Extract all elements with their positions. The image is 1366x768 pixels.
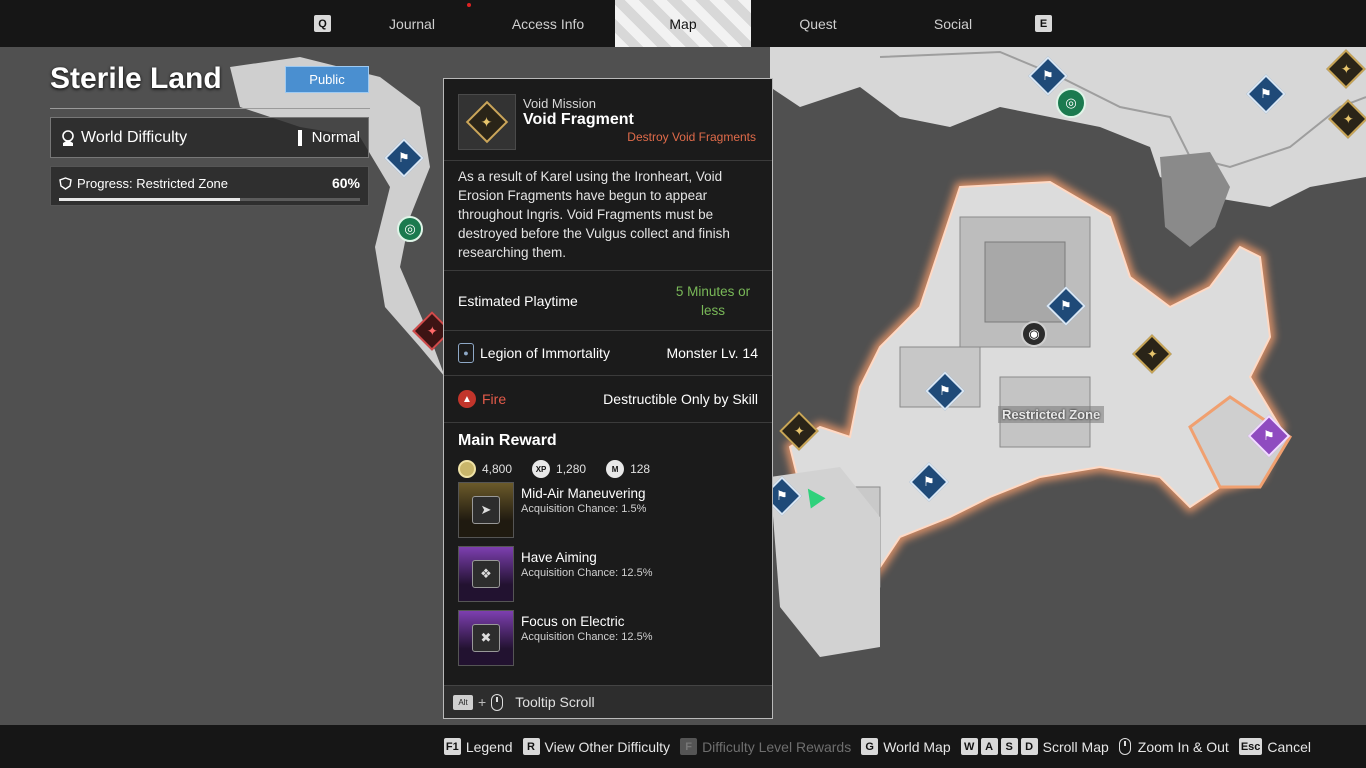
reward-item[interactable]: ❖ Have Aiming Acquisition Chance: 12.5%	[444, 544, 772, 606]
region-title: Sterile Land	[50, 62, 222, 95]
other-difficulty-key: R	[522, 738, 540, 755]
legion-icon: ●	[458, 343, 474, 363]
mission-subtitle: Destroy Void Fragments	[627, 130, 756, 144]
scroll-map-hint[interactable]: W A S D Scroll Map	[960, 738, 1109, 755]
mission-type: Void Mission	[523, 96, 596, 111]
scroll-map-label: Scroll Map	[1042, 738, 1109, 755]
mastery-exp-icon: M	[606, 460, 625, 478]
tooltip-scroll-hint: Alt + Tooltip Scroll	[444, 685, 772, 718]
world-difficulty-panel[interactable]: World Difficulty Normal	[50, 117, 369, 158]
nav-next-key[interactable]: E	[1035, 15, 1052, 32]
vault-marker-icon[interactable]: ◉	[1021, 321, 1047, 347]
world-map-button[interactable]: G World Map	[861, 738, 951, 755]
world-map-key: G	[861, 738, 879, 755]
progress-label: Progress: Restricted Zone	[77, 175, 229, 191]
world-map-label: World Map	[883, 738, 951, 755]
module-icon: ➤	[472, 496, 500, 524]
character-exp-value: 1,280	[556, 462, 587, 476]
legend-key: F1	[443, 738, 461, 755]
currency-rewards: 4,800 XP 1,280 M 128	[444, 450, 772, 478]
world-difficulty-value: Normal	[311, 129, 360, 146]
progress-value: 60%	[331, 175, 360, 191]
view-other-difficulty-button[interactable]: R View Other Difficulty	[522, 738, 671, 755]
tab-map[interactable]: Map	[615, 0, 751, 47]
module-icon: ❖	[472, 560, 500, 588]
difficulty-level-bar	[297, 129, 302, 146]
character-exp-icon: XP	[532, 460, 551, 478]
s-key: S	[1000, 738, 1018, 755]
difficulty-rewards-key: F	[680, 738, 698, 755]
zoom-label: Zoom In & Out	[1137, 738, 1229, 755]
other-difficulty-label: View Other Difficulty	[544, 738, 671, 755]
tooltip-header: ✦ Void Mission Void Fragment Destroy Voi…	[444, 79, 772, 161]
mission-tooltip[interactable]: ✦ Void Mission Void Fragment Destroy Voi…	[443, 78, 773, 719]
reward-thumbnail: ❖	[458, 546, 514, 602]
outpost-marker-icon[interactable]: ◎	[1056, 88, 1086, 118]
module-icon: ✖	[472, 624, 500, 652]
mission-description: As a result of Karel using the Ironheart…	[444, 161, 772, 271]
world-difficulty-label: World Difficulty	[81, 128, 188, 146]
main-reward-title: Main Reward	[458, 432, 557, 449]
progress-bar-fill	[59, 198, 240, 201]
cancel-label: Cancel	[1267, 738, 1311, 755]
gold-coin-icon	[458, 460, 476, 478]
alt-key: Alt	[453, 694, 473, 710]
tab-journal[interactable]: Journal	[344, 0, 480, 47]
world-difficulty-icon	[62, 129, 74, 146]
esc-key: Esc	[1238, 738, 1263, 755]
element-label: Fire	[482, 391, 507, 407]
playtime-label: Estimated Playtime	[458, 292, 578, 309]
mission-icon-frame: ✦	[458, 94, 516, 150]
fire-icon: ▲	[458, 390, 476, 408]
reward-chance: Acquisition Chance: 12.5%	[521, 631, 653, 643]
progress-bar	[59, 198, 360, 201]
legion-value: Monster Lv. 14	[666, 345, 758, 361]
legion-row: ● Legion of Immortality Monster Lv. 14	[444, 331, 772, 376]
public-badge: Public	[285, 66, 369, 93]
reward-chance: Acquisition Chance: 1.5%	[521, 503, 647, 515]
mastery-exp-value: 128	[630, 462, 651, 476]
d-key: D	[1020, 738, 1038, 755]
reward-name: Mid-Air Maneuvering	[521, 486, 646, 501]
element-row: ▲ Fire Destructible Only by Skill	[444, 376, 772, 423]
element-value: Destructible Only by Skill	[603, 391, 758, 407]
outpost-marker-icon[interactable]: ◎	[397, 216, 423, 242]
reward-item[interactable]: ✖ Focus on Electric Acquisition Chance: …	[444, 608, 772, 670]
plus-sign: +	[478, 694, 487, 710]
reward-chance: Acquisition Chance: 12.5%	[521, 567, 653, 579]
tab-social[interactable]: Social	[885, 0, 1021, 47]
zone-label: Restricted Zone	[998, 406, 1105, 423]
tab-quest[interactable]: Quest	[750, 0, 886, 47]
reward-thumbnail: ➤	[458, 482, 514, 538]
cancel-button[interactable]: Esc Cancel	[1238, 738, 1311, 755]
playtime-value: 5 Minutes or less	[675, 283, 751, 318]
playtime-row: Estimated Playtime 5 Minutes or less	[444, 271, 772, 331]
zoom-hint[interactable]: Zoom In & Out	[1118, 738, 1229, 755]
bottom-hint-bar: F1 Legend R View Other Difficulty F Diff…	[0, 725, 1366, 768]
w-key: W	[960, 738, 978, 755]
nav-prev-key[interactable]: Q	[314, 15, 331, 32]
void-mission-icon: ✦	[465, 100, 509, 144]
reward-name: Have Aiming	[521, 550, 597, 565]
difficulty-rewards-button[interactable]: F Difficulty Level Rewards	[680, 738, 851, 755]
progress-panel: Progress: Restricted Zone 60%	[50, 166, 369, 206]
tab-access-info[interactable]: Access Info	[480, 0, 616, 47]
mission-name: Void Fragment	[523, 111, 634, 128]
legend-button[interactable]: F1 Legend	[443, 738, 513, 755]
reward-name: Focus on Electric	[521, 614, 625, 629]
a-key: A	[980, 738, 998, 755]
notification-dot-icon	[467, 3, 471, 7]
reward-item[interactable]: ➤ Mid-Air Maneuvering Acquisition Chance…	[444, 480, 772, 542]
top-navigation: Q Journal Access Info Map Quest Social E	[0, 0, 1366, 47]
legend-label: Legend	[465, 738, 513, 755]
reward-thumbnail: ✖	[458, 610, 514, 666]
mouse-wheel-icon	[491, 693, 504, 711]
difficulty-rewards-label: Difficulty Level Rewards	[702, 738, 852, 755]
gold-value: 4,800	[482, 462, 513, 476]
mouse-wheel-icon	[1118, 738, 1131, 755]
tooltip-scroll-label: Tooltip Scroll	[515, 694, 595, 710]
shield-icon	[59, 176, 72, 190]
title-divider	[50, 108, 370, 109]
legion-label: Legion of Immortality	[480, 345, 610, 361]
